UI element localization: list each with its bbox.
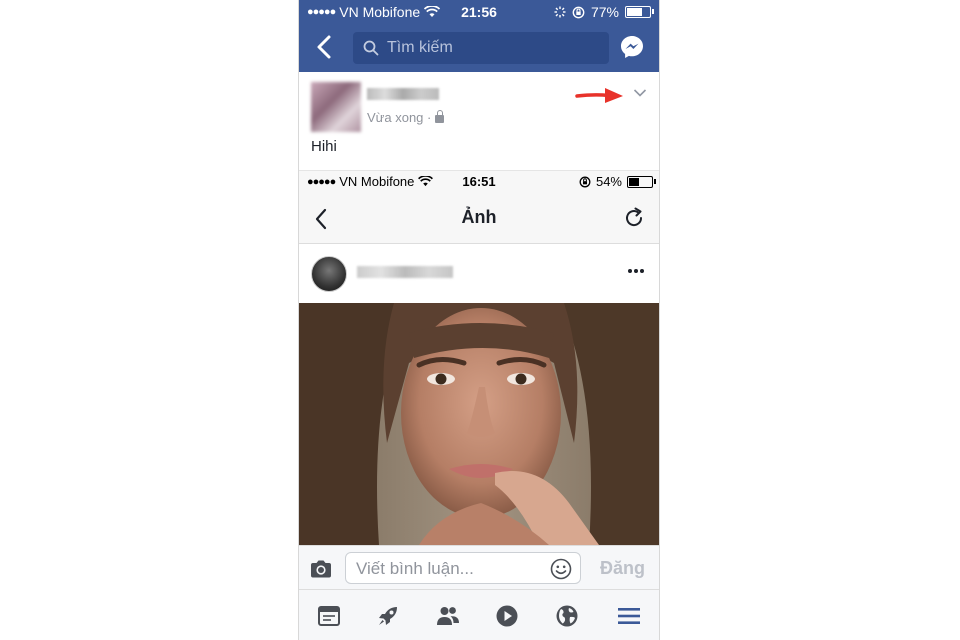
phone-screen: ●●●●● VN Mobifone 21:56 77% Vừa (298, 0, 660, 640)
post-comment-button[interactable]: Đăng (600, 558, 645, 579)
battery-fill (627, 8, 642, 16)
emoji-icon[interactable] (550, 558, 572, 580)
status-bar: ●●●●● VN Mobifone 21:56 77% (299, 0, 659, 24)
avatar[interactable] (311, 82, 361, 132)
embedded-screenshot[interactable]: ●●●●● VN Mobifone 16:51 54% Ảnh Viết bìn… (299, 170, 659, 640)
comment-field[interactable] (345, 552, 581, 584)
battery-percent: 77% (590, 4, 619, 20)
camera-icon[interactable] (309, 559, 333, 579)
search-icon (363, 40, 379, 56)
post-meta: Vừa xong · (367, 109, 445, 125)
loading-spinner-icon (554, 6, 566, 18)
comment-bar: Đăng (299, 545, 659, 590)
post-photo[interactable] (299, 303, 659, 545)
embedded-battery-percent: 54% (595, 174, 622, 189)
embedded-status-bar: ●●●●● VN Mobifone 16:51 54% (299, 171, 659, 193)
bottom-tab-bar (299, 589, 659, 640)
orientation-lock-icon (572, 6, 585, 18)
privacy-lock-icon[interactable] (435, 109, 445, 123)
globe-icon[interactable] (555, 604, 579, 628)
search-input[interactable] (385, 38, 599, 58)
refresh-icon[interactable] (623, 207, 645, 229)
portrait-photo (299, 303, 659, 545)
menu-icon[interactable] (617, 604, 641, 628)
battery-fill (629, 177, 640, 186)
app-header (299, 24, 659, 72)
author-name-blurred[interactable] (367, 88, 439, 100)
back-arrow-icon[interactable] (313, 32, 337, 62)
page-title: Ảnh (461, 207, 497, 227)
photo-nav-bar: Ảnh (299, 193, 659, 244)
owner-name-blurred[interactable] (357, 266, 453, 278)
search-bar[interactable] (353, 32, 609, 64)
messenger-icon[interactable] (619, 34, 645, 60)
news-feed-icon[interactable] (317, 604, 341, 628)
red-arrow-annotation (575, 88, 623, 103)
post-header: Vừa xong · Hihi (299, 72, 659, 172)
post-text: Hihi (311, 138, 337, 155)
rocket-icon[interactable] (376, 604, 400, 628)
post-time: Vừa xong · (367, 110, 432, 125)
orientation-lock-icon (579, 176, 591, 187)
photo-owner-row (299, 244, 659, 302)
more-options-icon[interactable] (627, 266, 645, 276)
battery-icon (627, 175, 656, 188)
chevron-down-icon[interactable] (633, 88, 647, 98)
friends-icon[interactable] (436, 604, 460, 628)
video-icon[interactable] (495, 604, 519, 628)
battery-icon (625, 6, 654, 18)
comment-input[interactable] (354, 558, 548, 580)
facebook-top-bar: ●●●●● VN Mobifone 21:56 77% (299, 0, 659, 72)
avatar[interactable] (311, 256, 347, 292)
